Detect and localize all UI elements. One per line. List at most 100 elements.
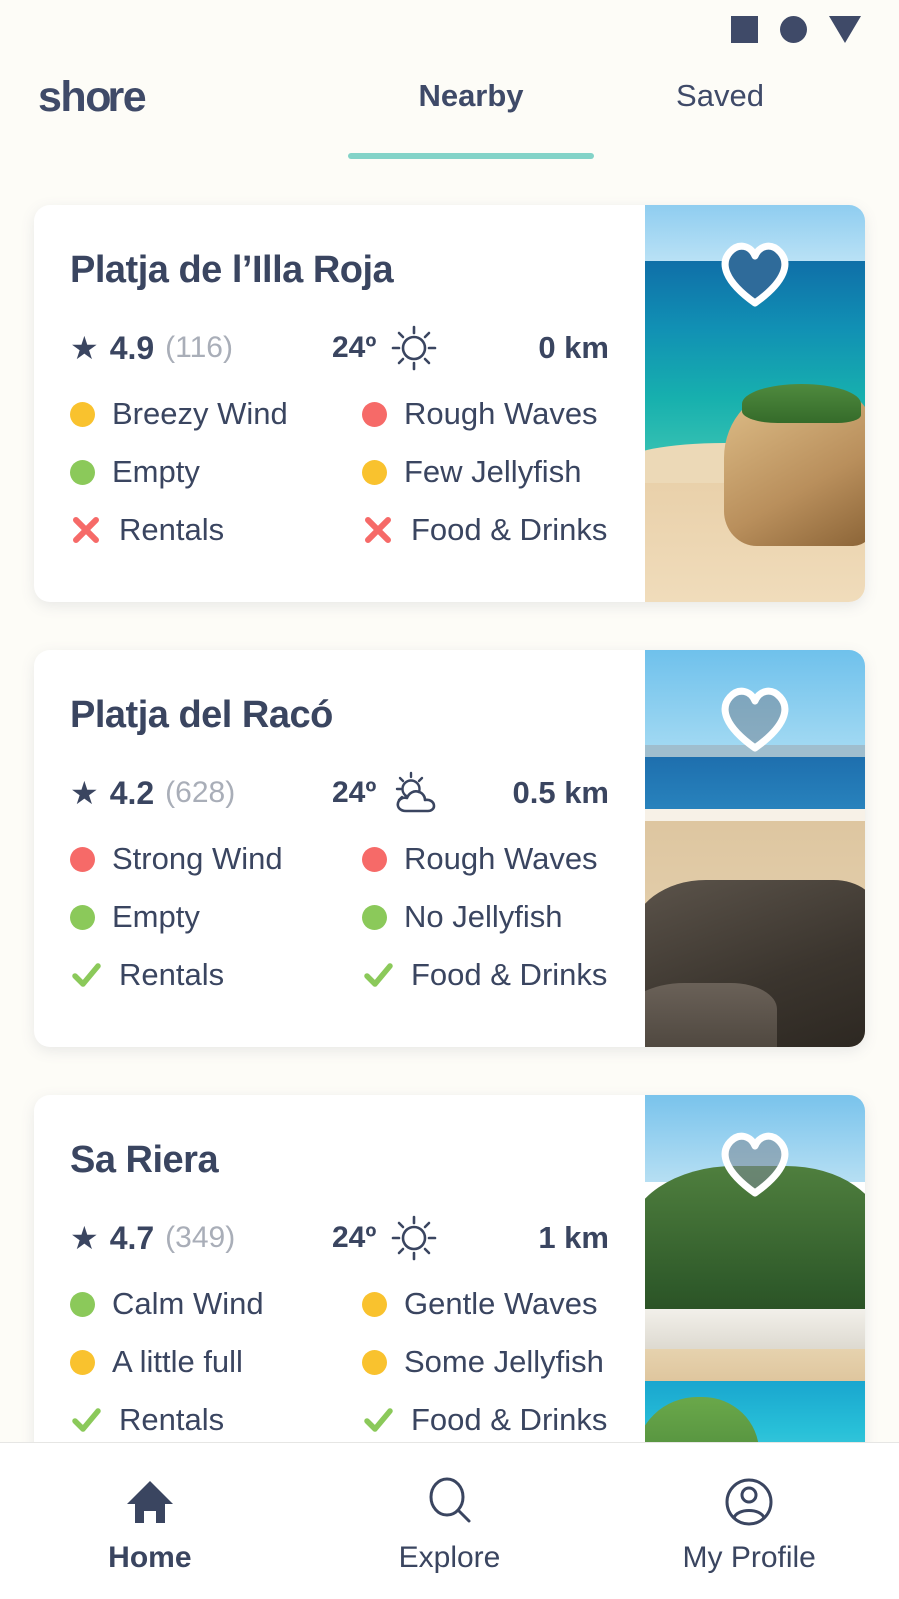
dot-yellow-icon <box>362 1349 387 1375</box>
beach-name: Platja del Racó <box>70 694 333 736</box>
rating-value: 4.7 <box>109 1219 155 1256</box>
beach-card-body: Platja de l’Illa Roja ★ 4.9 (116) 24º 0 … <box>34 205 645 602</box>
attribute-label: Empty <box>112 899 200 934</box>
review-count: (116) <box>165 331 233 364</box>
attribute-item: No Jellyfish <box>362 899 563 935</box>
attribute-row: A little full Some Jellyfish <box>70 1344 625 1380</box>
dot-red-icon <box>362 846 387 872</box>
weather-group: 24º <box>332 322 502 374</box>
beach-meta-row: ★ 4.7 (349) 24º 1 km <box>70 1212 645 1264</box>
attribute-row: Rentals Food & Drinks <box>70 957 625 993</box>
attribute-row: Breezy Wind Rough Waves <box>70 396 625 432</box>
beach-meta-row: ★ 4.9 (116) 24º 0 km <box>70 322 645 374</box>
attribute-item: Food & Drinks <box>362 957 607 993</box>
temperature: 24º <box>332 1221 377 1254</box>
nav-item-home[interactable]: Home <box>0 1473 300 1575</box>
attribute-label: Few Jellyfish <box>404 454 582 489</box>
dot-red-icon <box>362 401 387 427</box>
check-icon <box>72 963 101 987</box>
attribute-item: Gentle Waves <box>362 1286 598 1322</box>
nav-label-home: Home <box>108 1541 192 1574</box>
tab-saved[interactable]: Saved <box>640 78 800 114</box>
nav-item-explore[interactable]: Explore <box>300 1473 600 1575</box>
rating-value: 4.2 <box>109 774 155 811</box>
tab-nearby[interactable]: Nearby <box>348 78 594 114</box>
beach-card[interactable]: Platja del Racó ★ 4.2 (628) 24º 0.5 km S… <box>34 650 865 1047</box>
dot-green-icon <box>70 1291 95 1317</box>
logo-text-part3: re <box>107 73 146 121</box>
attribute-label: Breezy Wind <box>112 396 288 431</box>
app-logo: shore <box>38 73 147 121</box>
weather-group: 24º <box>332 1212 502 1264</box>
cross-icon <box>73 517 99 543</box>
temperature: 24º <box>332 331 377 364</box>
beach-card[interactable]: Platja de l’Illa Roja ★ 4.9 (116) 24º 0 … <box>34 205 865 602</box>
distance: 0 km <box>538 330 609 365</box>
heart-filled-icon[interactable] <box>716 235 794 307</box>
beach-name: Sa Riera <box>70 1139 219 1181</box>
dot-yellow-icon <box>70 401 95 427</box>
beach-list[interactable]: Platja de l’Illa Roja ★ 4.9 (116) 24º 0 … <box>0 183 899 1599</box>
beach-card[interactable]: Sa Riera ★ 4.7 (349) 24º 1 km Calm Wind … <box>34 1095 865 1492</box>
square-icon <box>731 15 758 43</box>
attribute-label: A little full <box>112 1344 243 1379</box>
attribute-item: Breezy Wind <box>70 396 362 432</box>
heart-outline-icon[interactable] <box>716 680 794 752</box>
attribute-item: A little full <box>70 1344 362 1380</box>
nav-label-explore: Explore <box>398 1541 501 1574</box>
dot-red-icon <box>70 846 95 872</box>
star-icon: ★ <box>70 330 99 366</box>
rating-group: ★ 4.9 (116) <box>70 330 332 367</box>
logo-text-part1: sh <box>38 73 87 121</box>
review-count: (628) <box>165 776 236 809</box>
attribute-item: Food & Drinks <box>362 512 607 548</box>
attribute-row: Rentals Food & Drinks <box>70 1402 625 1438</box>
attribute-row: Strong Wind Rough Waves <box>70 841 625 877</box>
beach-photo <box>645 650 865 1047</box>
review-count: (349) <box>165 1221 236 1254</box>
attribute-item: Strong Wind <box>70 841 362 877</box>
status-bar <box>0 0 899 58</box>
attribute-label: Food & Drinks <box>411 512 608 547</box>
beach-card-body: Platja del Racó ★ 4.2 (628) 24º 0.5 km S… <box>34 650 645 1047</box>
nav-label-profile: My Profile <box>682 1541 816 1574</box>
attribute-label: Food & Drinks <box>411 1402 608 1437</box>
sun-icon <box>392 1215 437 1261</box>
dot-green-icon <box>70 904 95 930</box>
logo-text-part2: o <box>85 73 111 121</box>
attribute-item: Calm Wind <box>70 1286 362 1322</box>
check-icon <box>364 963 393 987</box>
attribute-grid: Strong Wind Rough Waves Empty No Jellyfi… <box>70 841 645 993</box>
attribute-label: Empty <box>112 454 200 489</box>
attribute-label: Rentals <box>119 512 225 547</box>
attribute-row: Empty Few Jellyfish <box>70 454 625 490</box>
rating-value: 4.9 <box>109 329 155 366</box>
partly-cloudy-icon <box>396 771 436 813</box>
attribute-label: Some Jellyfish <box>404 1344 604 1379</box>
attribute-item: Rentals <box>70 1402 362 1438</box>
profile-icon <box>725 1478 773 1526</box>
dot-yellow-icon <box>362 1291 387 1317</box>
heart-outline-icon[interactable] <box>716 1125 794 1197</box>
beach-meta-row: ★ 4.2 (628) 24º 0.5 km <box>70 767 645 819</box>
app-header: shore Nearby Saved <box>0 58 899 183</box>
attribute-item: Some Jellyfish <box>362 1344 604 1380</box>
home-icon <box>126 1481 173 1523</box>
attribute-label: Rentals <box>119 957 225 992</box>
attribute-label: No Jellyfish <box>404 899 563 934</box>
beach-photo <box>645 205 865 602</box>
rating-group: ★ 4.2 (628) <box>70 775 332 812</box>
cross-icon <box>365 517 391 543</box>
star-icon: ★ <box>70 1220 99 1256</box>
attribute-row: Empty No Jellyfish <box>70 899 625 935</box>
star-icon: ★ <box>70 775 99 811</box>
attribute-item: Empty <box>70 454 362 490</box>
attribute-grid: Calm Wind Gentle Waves A little full Som… <box>70 1286 645 1438</box>
attribute-label: Rough Waves <box>404 841 598 876</box>
bottom-navigation: Home Explore My Profile <box>0 1442 899 1599</box>
check-icon <box>364 1408 393 1432</box>
attribute-item: Rough Waves <box>362 841 598 877</box>
attribute-label: Gentle Waves <box>404 1286 598 1321</box>
temperature: 24º <box>332 776 377 809</box>
nav-item-profile[interactable]: My Profile <box>599 1473 899 1575</box>
